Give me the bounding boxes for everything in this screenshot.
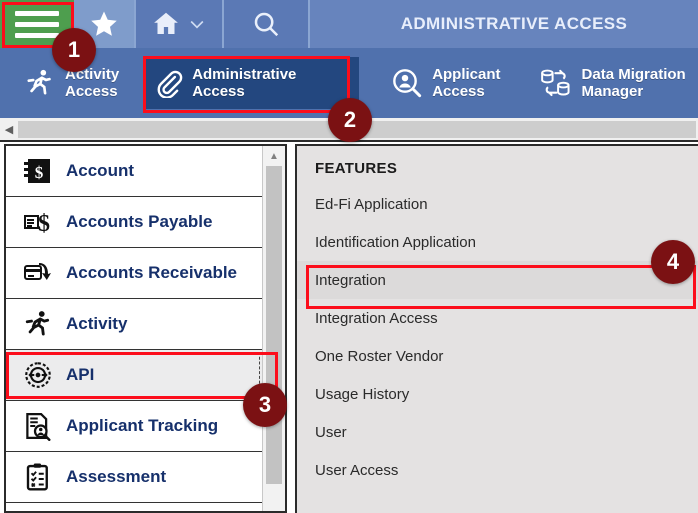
module-menu-list: $ Account $ Accounts Payable Accounts Re…	[6, 146, 262, 511]
feature-item-label: User	[315, 423, 347, 441]
sidebar-item-label: Accounts Payable	[66, 212, 213, 231]
module-menu-panel: $ Account $ Accounts Payable Accounts Re…	[4, 144, 287, 513]
callout-badge-number: 3	[258, 392, 272, 417]
callout-badge-number: 4	[666, 249, 680, 274]
sidebar-item-label: Accounts Receivable	[66, 263, 238, 282]
database-sync-icon	[540, 69, 570, 97]
feature-item-user[interactable]: User	[297, 413, 698, 451]
svg-text:$: $	[38, 211, 50, 236]
sidebar-scrollbar-thumb[interactable]	[266, 166, 282, 484]
feature-item-integration-access[interactable]: Integration Access	[297, 299, 698, 337]
sidebar-item-assessment[interactable]: Assessment	[6, 452, 262, 503]
feature-item-ed-fi-application[interactable]: Ed-Fi Application	[297, 185, 698, 223]
top-bar: ADMINISTRATIVE ACCESS	[0, 0, 698, 48]
nav-item-applicant-access[interactable]: Applicant Access	[381, 57, 510, 109]
sidebar-vertical-scrollbar[interactable]: ▲	[262, 146, 285, 511]
sidebar-item-label: API	[66, 365, 95, 384]
sidebar-item-applicant-tracking[interactable]: Applicant Tracking	[6, 401, 262, 452]
star-icon	[91, 11, 117, 36]
feature-item-label: User Access	[315, 461, 399, 479]
nav-item-label: Data Migration Manager	[581, 66, 686, 100]
callout-badge-number: 2	[343, 107, 357, 132]
feature-item-label: Ed-Fi Application	[315, 195, 428, 213]
home-icon	[154, 12, 178, 34]
feature-item-label: One Roster Vendor	[315, 347, 444, 365]
paperclip-icon	[157, 70, 183, 98]
callout-badge-4: 4	[651, 240, 695, 284]
nav-item-data-migration-manager[interactable]: Data Migration Manager	[529, 57, 696, 109]
chevron-down-icon[interactable]	[187, 14, 207, 34]
svg-text:$: $	[35, 163, 44, 182]
feature-item-label: Integration Access	[315, 309, 438, 327]
sidebar-item-accounts-payable[interactable]: $ Accounts Payable	[6, 197, 262, 248]
nav-item-label: Applicant Access	[432, 66, 501, 100]
sidebar-item-label: Account	[66, 161, 134, 180]
sidebar-item-account[interactable]: $ Account	[6, 146, 262, 197]
feature-item-label: Integration	[315, 271, 386, 289]
document-person-search-icon	[22, 410, 54, 442]
feature-item-usage-history[interactable]: Usage History	[297, 375, 698, 413]
callout-badge-number: 1	[67, 37, 81, 62]
callout-badge-2: 2	[328, 98, 372, 142]
feature-item-user-access[interactable]: User Access	[297, 451, 698, 489]
sidebar-item-accounts-receivable[interactable]: Accounts Receivable	[6, 248, 262, 299]
sidebar-item-label: Applicant Tracking	[66, 416, 219, 435]
nav-item-administrative-access[interactable]: Administrative Access	[143, 57, 360, 109]
feature-item-one-roster-vendor[interactable]: One Roster Vendor	[297, 337, 698, 375]
scroll-left-arrow-icon[interactable]: ◀	[0, 123, 18, 136]
dollar-ledger-icon: $	[22, 155, 54, 187]
search-button[interactable]	[224, 0, 310, 48]
invoice-dollar-icon: $	[22, 206, 54, 238]
window-title-bar: ADMINISTRATIVE ACCESS	[310, 0, 698, 48]
feature-item-label: Identification Application	[315, 233, 476, 251]
person-search-icon	[393, 69, 422, 98]
feature-item-identification-application[interactable]: Identification Application	[297, 223, 698, 261]
callout-badge-3: 3	[243, 383, 287, 427]
clipboard-check-icon	[22, 461, 54, 493]
feature-item-label: Usage History	[315, 385, 410, 403]
page-title: ADMINISTRATIVE ACCESS	[400, 14, 628, 33]
hamburger-menu-icon	[15, 5, 59, 44]
running-person-icon	[27, 69, 51, 95]
nav-item-label: Administrative Access	[192, 66, 297, 100]
running-person-icon	[22, 308, 54, 340]
home-button[interactable]	[134, 0, 224, 48]
sidebar-item-api[interactable]: API	[6, 350, 262, 401]
sidebar-item-label: Assessment	[66, 467, 167, 486]
scroll-up-arrow-icon[interactable]: ▲	[269, 151, 279, 162]
sidebar-item-activity[interactable]: Activity	[6, 299, 262, 350]
sidebar-item-label: Activity	[66, 314, 128, 333]
search-icon	[254, 12, 279, 37]
callout-badge-1: 1	[52, 28, 96, 72]
feature-item-integration[interactable]: Integration	[297, 261, 698, 299]
gear-api-icon	[22, 359, 54, 391]
features-panel: FEATURES Ed-Fi Application Identificatio…	[295, 144, 698, 513]
card-arrow-down-icon	[22, 257, 54, 289]
features-heading: FEATURES	[315, 160, 398, 177]
